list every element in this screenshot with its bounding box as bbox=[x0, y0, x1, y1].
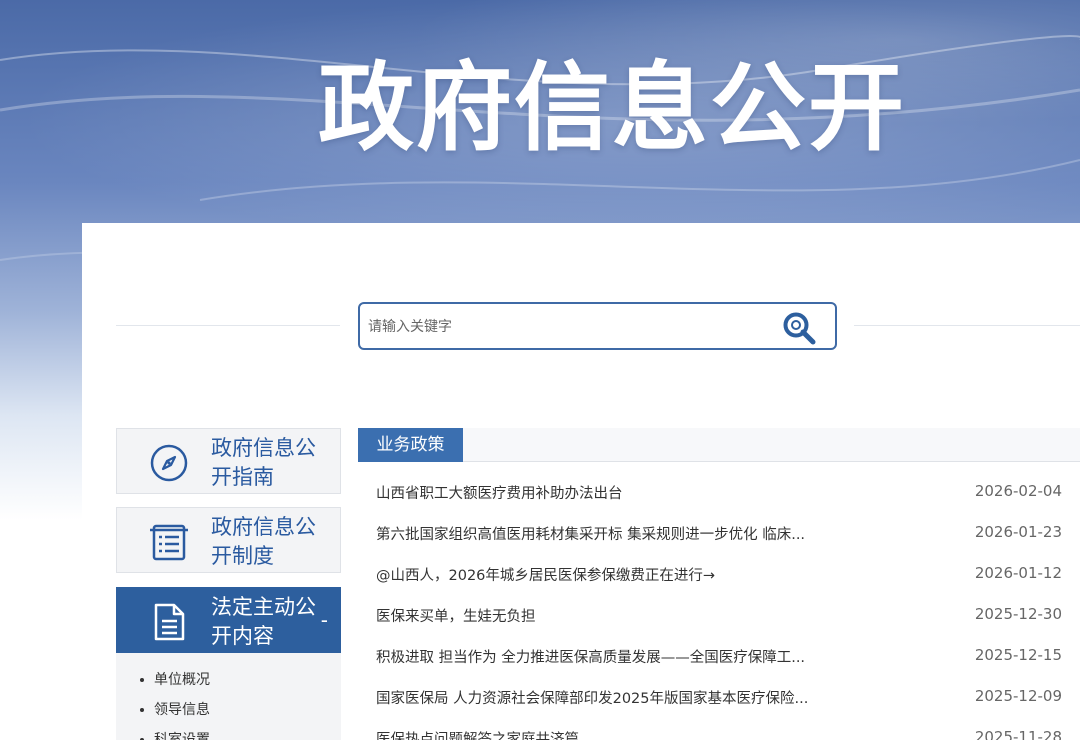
search-button[interactable] bbox=[781, 310, 817, 346]
list-item[interactable]: @山西人，2026年城乡居民医保参保缴费正在进行→ 2026-01-12 bbox=[358, 554, 1080, 595]
collapse-toggle[interactable]: - bbox=[321, 608, 328, 632]
tab-bar bbox=[358, 428, 1080, 462]
list-item[interactable]: 国家医保局 人力资源社会保障部印发2025年版国家基本医疗保险... 2025-… bbox=[358, 677, 1080, 718]
sidebar-item-label: 政府信息公开制度 bbox=[211, 515, 316, 568]
item-title[interactable]: 医保来买单，生娃无负担 bbox=[376, 605, 821, 626]
sidebar-item-active-disclosure[interactable]: 法定主动公开内容 - bbox=[116, 587, 341, 653]
sidebar-item-guide[interactable]: 政府信息公开指南 bbox=[116, 428, 341, 494]
sub-item[interactable]: 领导信息 bbox=[116, 695, 341, 725]
page-title: 政府信息公开 bbox=[318, 52, 906, 164]
item-title[interactable]: 第六批国家组织高值医用耗材集采开标 集采规则进一步优化 临床... bbox=[376, 523, 821, 544]
sidebar-item-label: 法定主动公开内容 bbox=[211, 595, 316, 648]
search-input[interactable] bbox=[368, 313, 768, 341]
item-date: 2025-12-30 bbox=[974, 605, 1062, 623]
sidebar-item-label: 政府信息公开指南 bbox=[211, 436, 316, 489]
item-title[interactable]: 国家医保局 人力资源社会保障部印发2025年版国家基本医疗保险... bbox=[376, 687, 821, 708]
search-divider-right bbox=[854, 325, 1080, 326]
item-date: 2026-02-04 bbox=[974, 482, 1062, 500]
item-date: 2026-01-23 bbox=[974, 523, 1062, 541]
tab-business-policy[interactable]: 业务政策 bbox=[358, 428, 463, 462]
item-title[interactable]: @山西人，2026年城乡居民医保参保缴费正在进行→ bbox=[376, 564, 821, 585]
item-date: 2026-01-12 bbox=[974, 564, 1062, 582]
sub-item[interactable]: 单位概况 bbox=[116, 665, 341, 695]
compass-icon bbox=[150, 444, 188, 482]
list-item[interactable]: 积极进取 担当作为 全力推进医保高质量发展——全国医疗保障工... 2025-1… bbox=[358, 636, 1080, 677]
sub-item[interactable]: 科室设置 bbox=[116, 725, 341, 740]
item-date: 2025-11-28 bbox=[974, 728, 1062, 740]
search-icon bbox=[783, 312, 816, 345]
list-item[interactable]: 第六批国家组织高值医用耗材集采开标 集采规则进一步优化 临床... 2026-0… bbox=[358, 513, 1080, 554]
list-item[interactable]: 医保热点问题解答之家庭共济篇 2025-11-28 bbox=[358, 718, 1080, 740]
list-item[interactable]: 医保来买单，生娃无负担 2025-12-30 bbox=[358, 595, 1080, 636]
document-list-icon bbox=[150, 524, 188, 561]
search-divider-left bbox=[116, 325, 340, 326]
file-text-icon bbox=[154, 603, 185, 641]
item-title[interactable]: 山西省职工大额医疗费用补助办法出台 bbox=[376, 482, 821, 503]
sidebar-item-system[interactable]: 政府信息公开制度 bbox=[116, 507, 341, 573]
sidebar-sub-list: 单位概况 领导信息 科室设置 bbox=[116, 653, 341, 740]
search-box bbox=[358, 302, 837, 350]
item-title[interactable]: 医保热点问题解答之家庭共济篇 bbox=[376, 728, 821, 740]
item-title[interactable]: 积极进取 担当作为 全力推进医保高质量发展——全国医疗保障工... bbox=[376, 646, 821, 667]
item-date: 2025-12-09 bbox=[974, 687, 1062, 705]
list-item[interactable]: 山西省职工大额医疗费用补助办法出台 2026-02-04 bbox=[358, 472, 1080, 513]
item-date: 2025-12-15 bbox=[974, 646, 1062, 664]
policy-list: 山西省职工大额医疗费用补助办法出台 2026-02-04 第六批国家组织高值医用… bbox=[358, 472, 1080, 740]
